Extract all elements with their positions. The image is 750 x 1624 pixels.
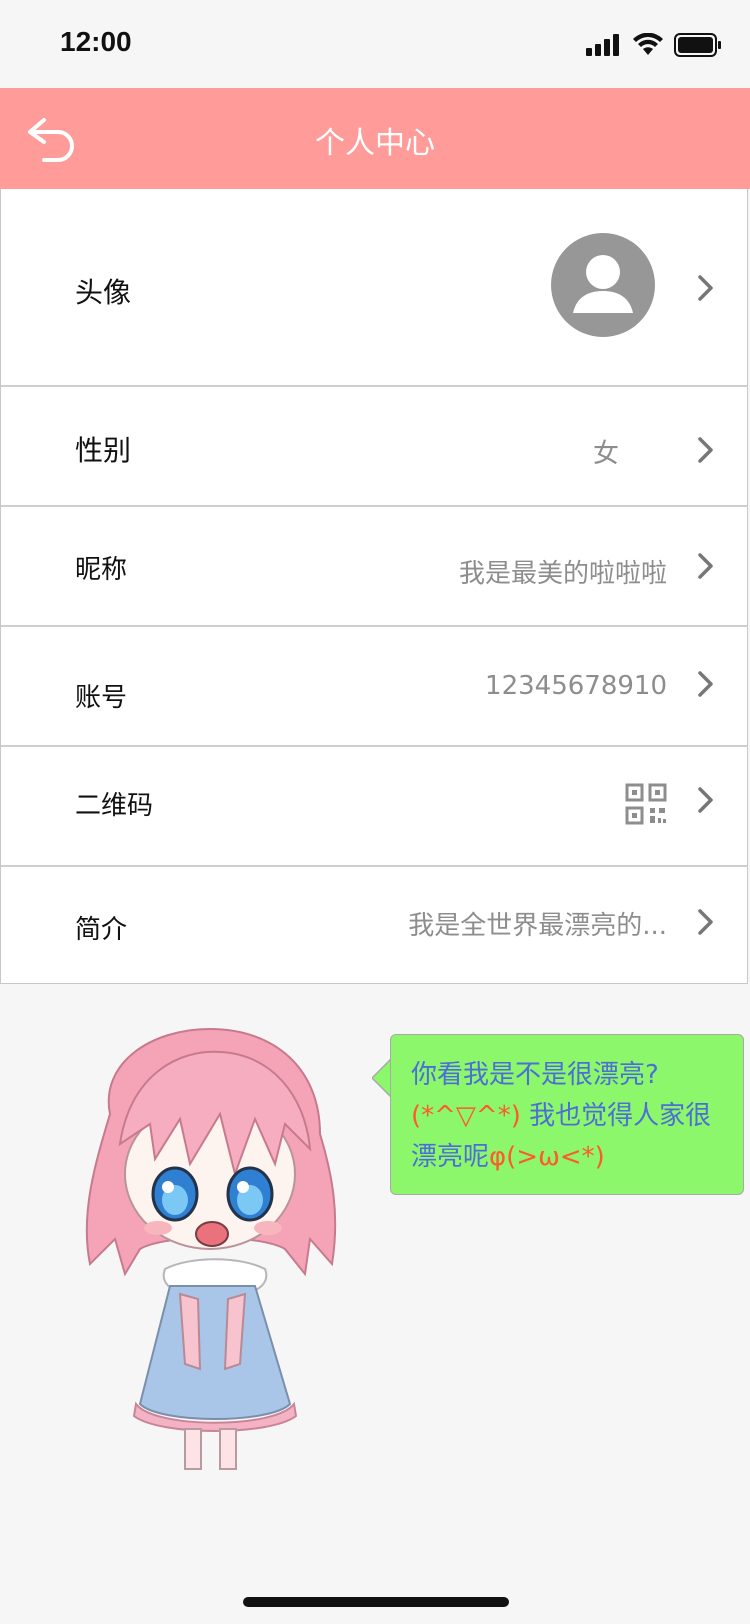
anime-girl-illustration (85, 1027, 337, 1470)
nickname-label: 昵称 (75, 555, 128, 585)
status-icons (586, 30, 722, 60)
speech-emoticon1: (*^▽^*) (411, 1101, 521, 1131)
battery-icon (674, 33, 721, 57)
nav-bar: 个人中心 (0, 88, 750, 189)
chevron-right-icon (698, 787, 713, 813)
chevron-right-icon (698, 437, 713, 463)
speech-line1: 你看我是不是很漂亮? (411, 1060, 659, 1090)
speech-line2: 我也觉得人家很 (520, 1101, 712, 1131)
chevron-right-icon (698, 909, 713, 935)
avatar-label: 头像 (75, 276, 132, 309)
row-nickname[interactable]: 昵称 我是最美的啦啦啦 (1, 507, 747, 627)
speech-line3: 漂亮呢 (411, 1142, 490, 1172)
qr-code-icon[interactable] (625, 783, 667, 825)
account-value: 12345678910 (485, 671, 667, 701)
status-bar: 12:00 (0, 0, 750, 88)
account-label: 账号 (75, 683, 128, 713)
home-indicator[interactable] (243, 1597, 509, 1607)
page-title: 个人中心 (315, 126, 435, 161)
profile-list: 头像 性别 女 昵称 我是最美的啦啦啦 账号 12345678910 二维码 简… (0, 189, 748, 984)
wifi-icon (633, 33, 663, 55)
row-gender[interactable]: 性别 女 (1, 387, 747, 507)
chevron-right-icon (698, 553, 713, 579)
qrcode-label: 二维码 (75, 791, 154, 821)
speech-emoticon2: φ(>ω<*) (489, 1142, 605, 1172)
row-avatar[interactable]: 头像 (1, 189, 747, 387)
row-account[interactable]: 账号 12345678910 (1, 627, 747, 747)
person-icon (573, 255, 633, 313)
bio-label: 简介 (75, 915, 128, 945)
chevron-right-icon (698, 275, 713, 301)
status-time: 12:00 (60, 26, 132, 57)
row-qrcode[interactable]: 二维码 (1, 747, 747, 867)
nickname-value: 我是最美的啦啦啦 (458, 559, 667, 589)
row-bio[interactable]: 简介 我是全世界最漂亮的... (1, 867, 747, 984)
bio-value: 我是全世界最漂亮的... (408, 911, 667, 941)
speech-bubble: 你看我是不是很漂亮? (*^▽^*) 我也觉得人家很 漂亮呢φ(>ω<*) (390, 1034, 744, 1195)
speech-bubble-tail (372, 1058, 392, 1098)
gender-label: 性别 (75, 434, 132, 467)
signal-icon (586, 34, 619, 56)
gender-value: 女 (592, 439, 619, 469)
chevron-right-icon (698, 671, 713, 697)
avatar[interactable] (551, 233, 655, 337)
